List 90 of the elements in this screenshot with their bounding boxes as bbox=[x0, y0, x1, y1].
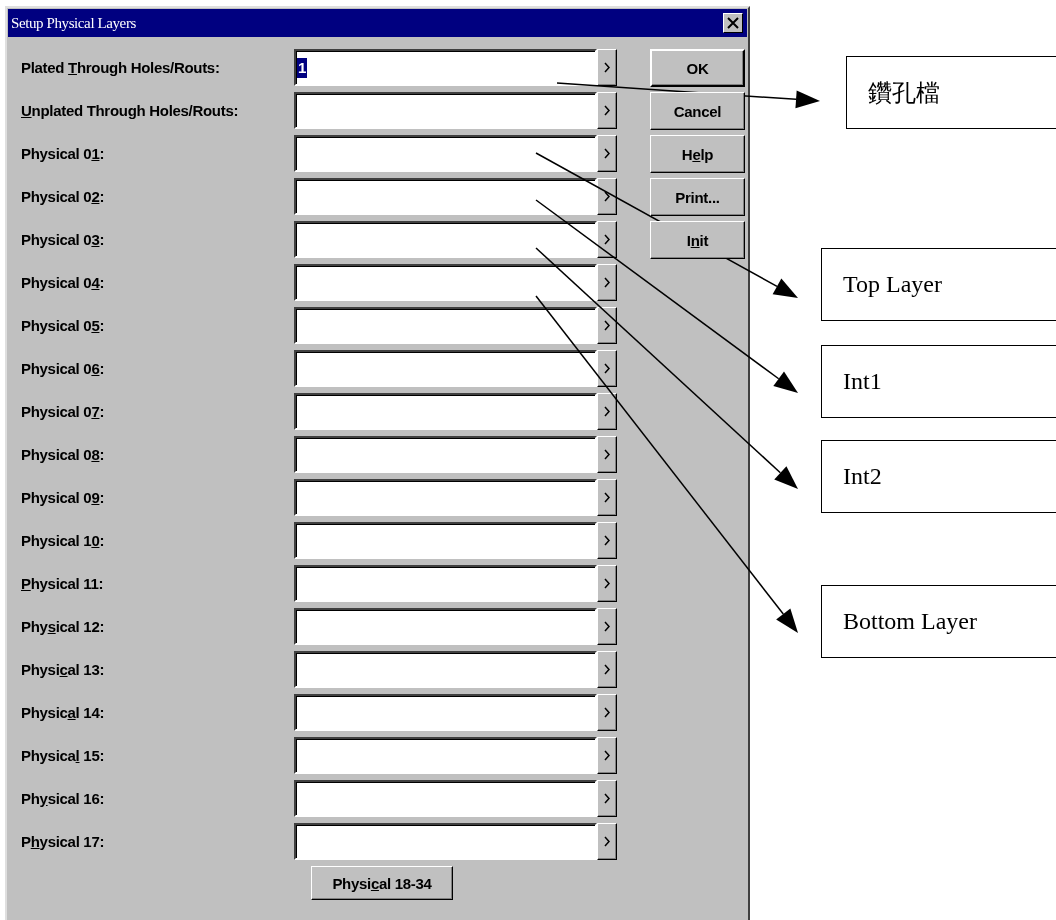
chevron-right-icon bbox=[604, 191, 610, 202]
input-field[interactable] bbox=[294, 651, 597, 688]
browse-button[interactable] bbox=[597, 823, 617, 860]
chevron-right-icon bbox=[604, 535, 610, 546]
close-button[interactable] bbox=[723, 13, 743, 33]
browse-button[interactable] bbox=[597, 479, 617, 516]
close-icon bbox=[727, 17, 739, 29]
browse-button[interactable] bbox=[597, 135, 617, 172]
chevron-right-icon bbox=[604, 234, 610, 245]
window-title: Setup Physical Layers bbox=[11, 14, 136, 32]
field-label: Physical 05: bbox=[21, 317, 105, 334]
field-label: Physical 12: bbox=[21, 618, 105, 635]
input-field[interactable]: 1 bbox=[294, 49, 597, 86]
physical-more-button[interactable]: Physical 18-34 bbox=[311, 866, 453, 900]
chevron-right-icon bbox=[604, 449, 610, 460]
input-field[interactable] bbox=[294, 393, 597, 430]
field-label: Physical 14: bbox=[21, 704, 105, 721]
chevron-right-icon bbox=[604, 793, 610, 804]
callout-label: Int2 bbox=[821, 440, 1056, 513]
browse-button[interactable] bbox=[597, 651, 617, 688]
input-field[interactable] bbox=[294, 221, 597, 258]
callout-label: 鑽孔檔 bbox=[846, 56, 1056, 129]
browse-button[interactable] bbox=[597, 393, 617, 430]
input-field[interactable] bbox=[294, 608, 597, 645]
field-label: Physical 11: bbox=[21, 575, 104, 592]
callout-label: Int1 bbox=[821, 345, 1056, 418]
chevron-right-icon bbox=[604, 62, 610, 73]
field-label: Physical 07: bbox=[21, 403, 105, 420]
field-label: Physical 17: bbox=[21, 833, 105, 850]
dialog-button[interactable]: Help bbox=[650, 135, 745, 173]
browse-button[interactable] bbox=[597, 565, 617, 602]
browse-button[interactable] bbox=[597, 264, 617, 301]
browse-button[interactable] bbox=[597, 608, 617, 645]
field-label: Physical 10: bbox=[21, 532, 105, 549]
chevron-right-icon bbox=[604, 750, 610, 761]
browse-button[interactable] bbox=[597, 522, 617, 559]
dialog-button[interactable]: Cancel bbox=[650, 92, 745, 130]
browse-button[interactable] bbox=[597, 694, 617, 731]
chevron-right-icon bbox=[604, 578, 610, 589]
dialog-button[interactable]: Print... bbox=[650, 178, 745, 216]
chevron-right-icon bbox=[604, 105, 610, 116]
input-field[interactable] bbox=[294, 479, 597, 516]
input-field[interactable] bbox=[294, 135, 597, 172]
field-label: Physical 15: bbox=[21, 747, 105, 764]
field-label: Physical 03: bbox=[21, 231, 105, 248]
input-field[interactable] bbox=[294, 307, 597, 344]
field-label: Physical 04: bbox=[21, 274, 105, 291]
chevron-right-icon bbox=[604, 406, 610, 417]
input-field[interactable] bbox=[294, 780, 597, 817]
input-field[interactable] bbox=[294, 436, 597, 473]
browse-button[interactable] bbox=[597, 221, 617, 258]
callout-label: Top Layer bbox=[821, 248, 1056, 321]
browse-button[interactable] bbox=[597, 780, 617, 817]
browse-button[interactable] bbox=[597, 350, 617, 387]
field-label: Physical 16: bbox=[21, 790, 105, 807]
field-label: Physical 13: bbox=[21, 661, 105, 678]
input-field[interactable] bbox=[294, 737, 597, 774]
browse-button[interactable] bbox=[597, 737, 617, 774]
browse-button[interactable] bbox=[597, 49, 617, 86]
input-field[interactable] bbox=[294, 565, 597, 602]
chevron-right-icon bbox=[604, 707, 610, 718]
chevron-right-icon bbox=[604, 363, 610, 374]
callout-label: Bottom Layer bbox=[821, 585, 1056, 658]
chevron-right-icon bbox=[604, 836, 610, 847]
browse-button[interactable] bbox=[597, 436, 617, 473]
chevron-right-icon bbox=[604, 277, 610, 288]
chevron-right-icon bbox=[604, 664, 610, 675]
input-field[interactable] bbox=[294, 522, 597, 559]
input-field[interactable] bbox=[294, 350, 597, 387]
chevron-right-icon bbox=[604, 320, 610, 331]
dialog-button[interactable]: OK bbox=[650, 49, 745, 87]
field-label: Physical 06: bbox=[21, 360, 105, 377]
chevron-right-icon bbox=[604, 148, 610, 159]
chevron-right-icon bbox=[604, 492, 610, 503]
field-label: Physical 01: bbox=[21, 145, 105, 162]
field-label: Unplated Through Holes/Routs: bbox=[21, 102, 239, 119]
chevron-right-icon bbox=[604, 621, 610, 632]
browse-button[interactable] bbox=[597, 178, 617, 215]
browse-button[interactable] bbox=[597, 307, 617, 344]
input-field[interactable] bbox=[294, 92, 597, 129]
input-field[interactable] bbox=[294, 264, 597, 301]
field-label: Physical 09: bbox=[21, 489, 105, 506]
field-label: Plated Through Holes/Routs: bbox=[21, 59, 220, 76]
field-label: Physical 02: bbox=[21, 188, 105, 205]
input-field[interactable] bbox=[294, 823, 597, 860]
dialog-button[interactable]: Init bbox=[650, 221, 745, 259]
field-label: Physical 08: bbox=[21, 446, 105, 463]
input-field[interactable] bbox=[294, 694, 597, 731]
browse-button[interactable] bbox=[597, 92, 617, 129]
input-field[interactable] bbox=[294, 178, 597, 215]
